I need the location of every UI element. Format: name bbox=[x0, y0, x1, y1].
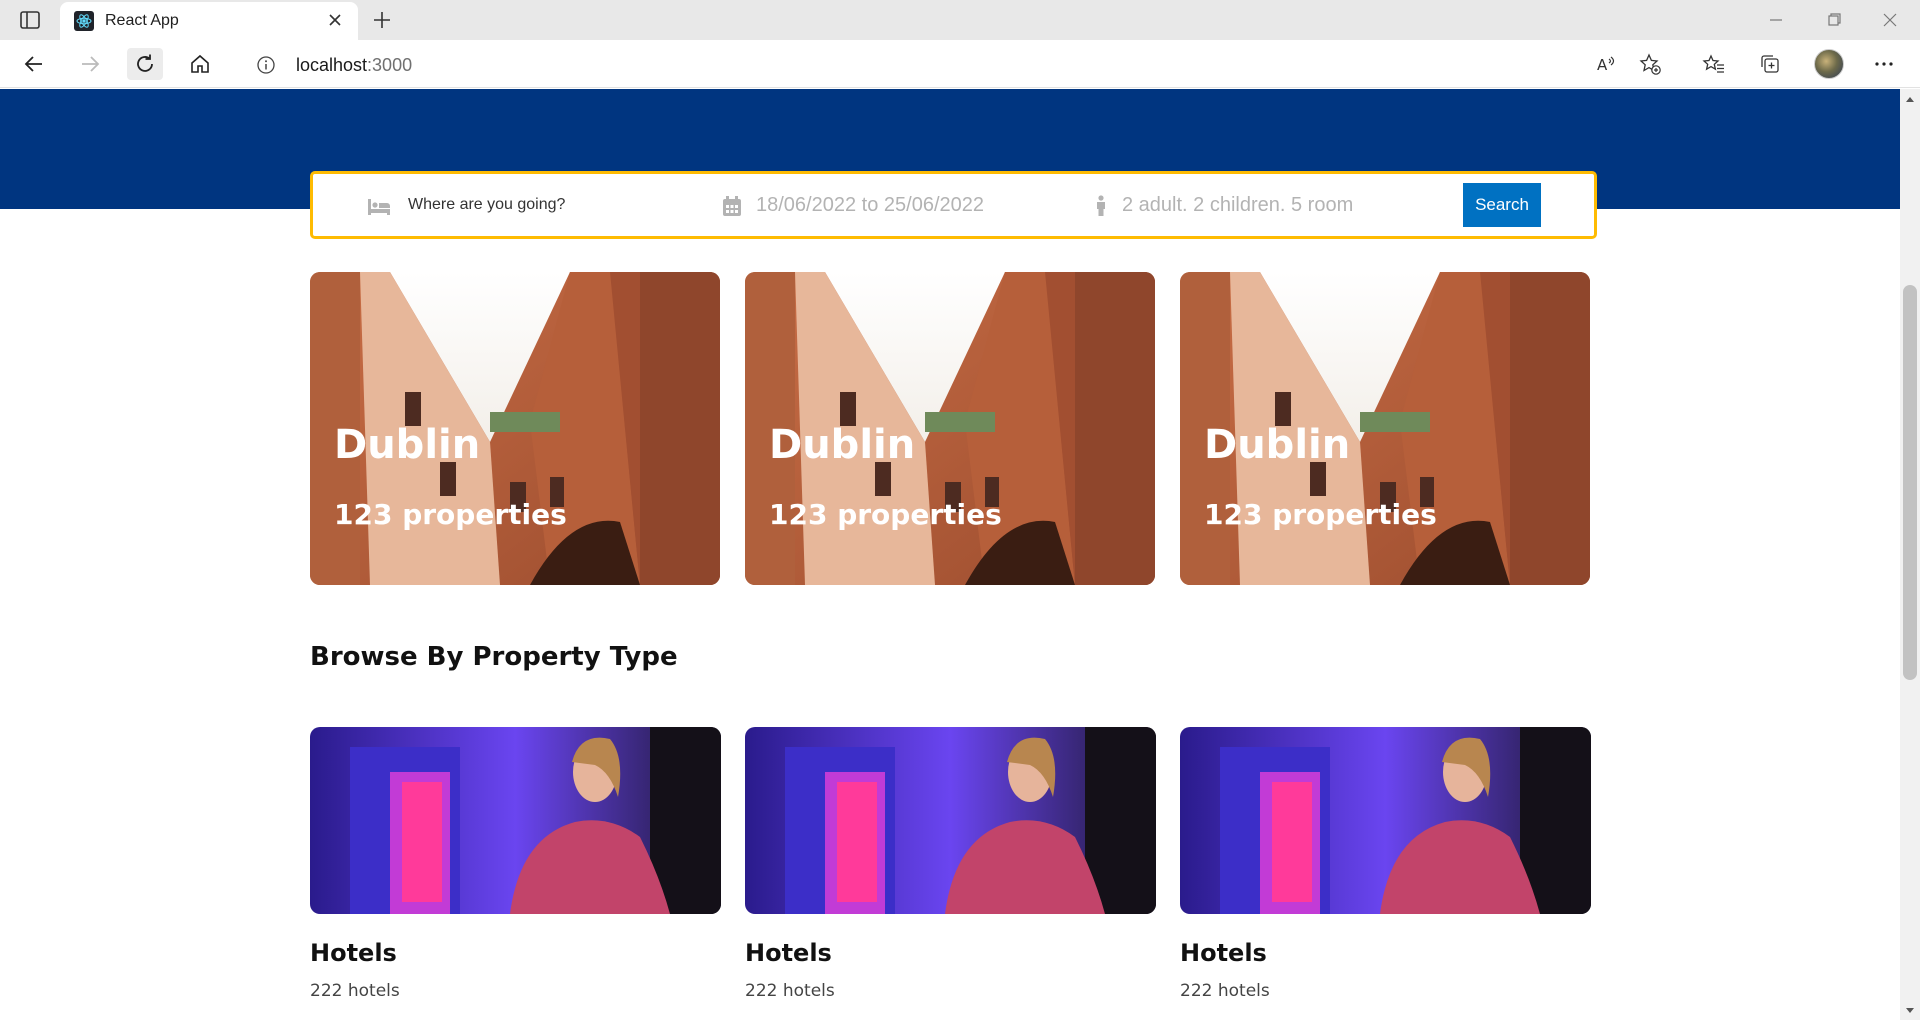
featured-subtitle: 123 properties bbox=[769, 498, 1002, 531]
search-bar: Where are you going? 18/06/2022 to 25/06… bbox=[310, 171, 1597, 239]
tab-bar: React App bbox=[0, 0, 1920, 40]
property-type-card[interactable]: Hotels 222 hotels bbox=[1180, 727, 1591, 1020]
tab-title: React App bbox=[105, 12, 179, 29]
calendar-icon bbox=[722, 195, 746, 217]
property-type-card[interactable]: Hotels 222 hotels bbox=[310, 727, 721, 1020]
featured-card[interactable]: Dublin 123 properties bbox=[310, 272, 720, 585]
address-url: localhost:3000 bbox=[296, 55, 412, 76]
restore-icon[interactable] bbox=[1822, 8, 1846, 32]
home-icon[interactable] bbox=[182, 48, 218, 80]
add-favorite-icon[interactable] bbox=[1632, 48, 1668, 80]
page-viewport: Where are you going? 18/06/2022 to 25/06… bbox=[0, 89, 1900, 1020]
featured-title: Dublin bbox=[769, 422, 916, 468]
forward-icon[interactable] bbox=[72, 48, 108, 80]
info-icon[interactable] bbox=[256, 55, 276, 75]
featured-subtitle: 123 properties bbox=[334, 498, 567, 531]
bed-icon bbox=[367, 195, 391, 217]
avatar[interactable] bbox=[1814, 49, 1844, 79]
address-port: :3000 bbox=[367, 55, 413, 75]
favorites-icon[interactable] bbox=[1696, 48, 1732, 80]
browser-tab[interactable]: React App bbox=[60, 2, 358, 40]
property-type-title: Hotels bbox=[1180, 939, 1267, 967]
property-type-count: 222 hotels bbox=[1180, 981, 1270, 1001]
guests-field[interactable]: 2 adult. 2 children. 5 room bbox=[1122, 194, 1353, 217]
featured-title: Dublin bbox=[1204, 422, 1351, 468]
section-title: Browse By Property Type bbox=[310, 642, 678, 672]
minimize-icon[interactable] bbox=[1764, 8, 1788, 32]
property-type-title: Hotels bbox=[745, 939, 832, 967]
featured-card[interactable]: Dublin 123 properties bbox=[745, 272, 1155, 585]
browser-toolbar: localhost:3000 A bbox=[0, 40, 1920, 88]
close-window-icon[interactable] bbox=[1878, 8, 1902, 32]
destination-input[interactable]: Where are you going? bbox=[408, 196, 565, 214]
property-type-image bbox=[1180, 727, 1591, 914]
address-host: localhost bbox=[296, 55, 368, 75]
property-type-count: 222 hotels bbox=[745, 981, 835, 1001]
date-range-field[interactable]: 18/06/2022 to 25/06/2022 bbox=[756, 194, 984, 217]
collections-icon[interactable] bbox=[1752, 48, 1788, 80]
property-type-image bbox=[310, 727, 721, 914]
refresh-icon[interactable] bbox=[127, 48, 163, 80]
property-type-title: Hotels bbox=[310, 939, 397, 967]
read-aloud-icon[interactable]: A bbox=[1588, 48, 1624, 80]
property-type-count: 222 hotels bbox=[310, 981, 400, 1001]
scrollbar-thumb[interactable] bbox=[1903, 285, 1917, 680]
sidebar-icon[interactable] bbox=[18, 9, 42, 31]
back-icon[interactable] bbox=[16, 48, 52, 80]
address-bar[interactable]: localhost:3000 bbox=[236, 45, 1600, 83]
close-icon[interactable] bbox=[326, 11, 344, 29]
property-type-image bbox=[745, 727, 1156, 914]
featured-subtitle: 123 properties bbox=[1204, 498, 1437, 531]
featured-title: Dublin bbox=[334, 422, 481, 468]
search-button[interactable]: Search bbox=[1463, 183, 1541, 227]
react-icon bbox=[74, 11, 94, 31]
person-icon bbox=[1093, 195, 1117, 217]
scroll-up-icon[interactable] bbox=[1904, 93, 1916, 105]
more-icon[interactable] bbox=[1866, 48, 1902, 80]
svg-text:A: A bbox=[1597, 56, 1608, 74]
featured-card[interactable]: Dublin 123 properties bbox=[1180, 272, 1590, 585]
plus-icon[interactable] bbox=[370, 8, 394, 32]
scroll-down-icon[interactable] bbox=[1904, 1003, 1916, 1015]
property-type-card[interactable]: Hotels 222 hotels bbox=[745, 727, 1156, 1020]
